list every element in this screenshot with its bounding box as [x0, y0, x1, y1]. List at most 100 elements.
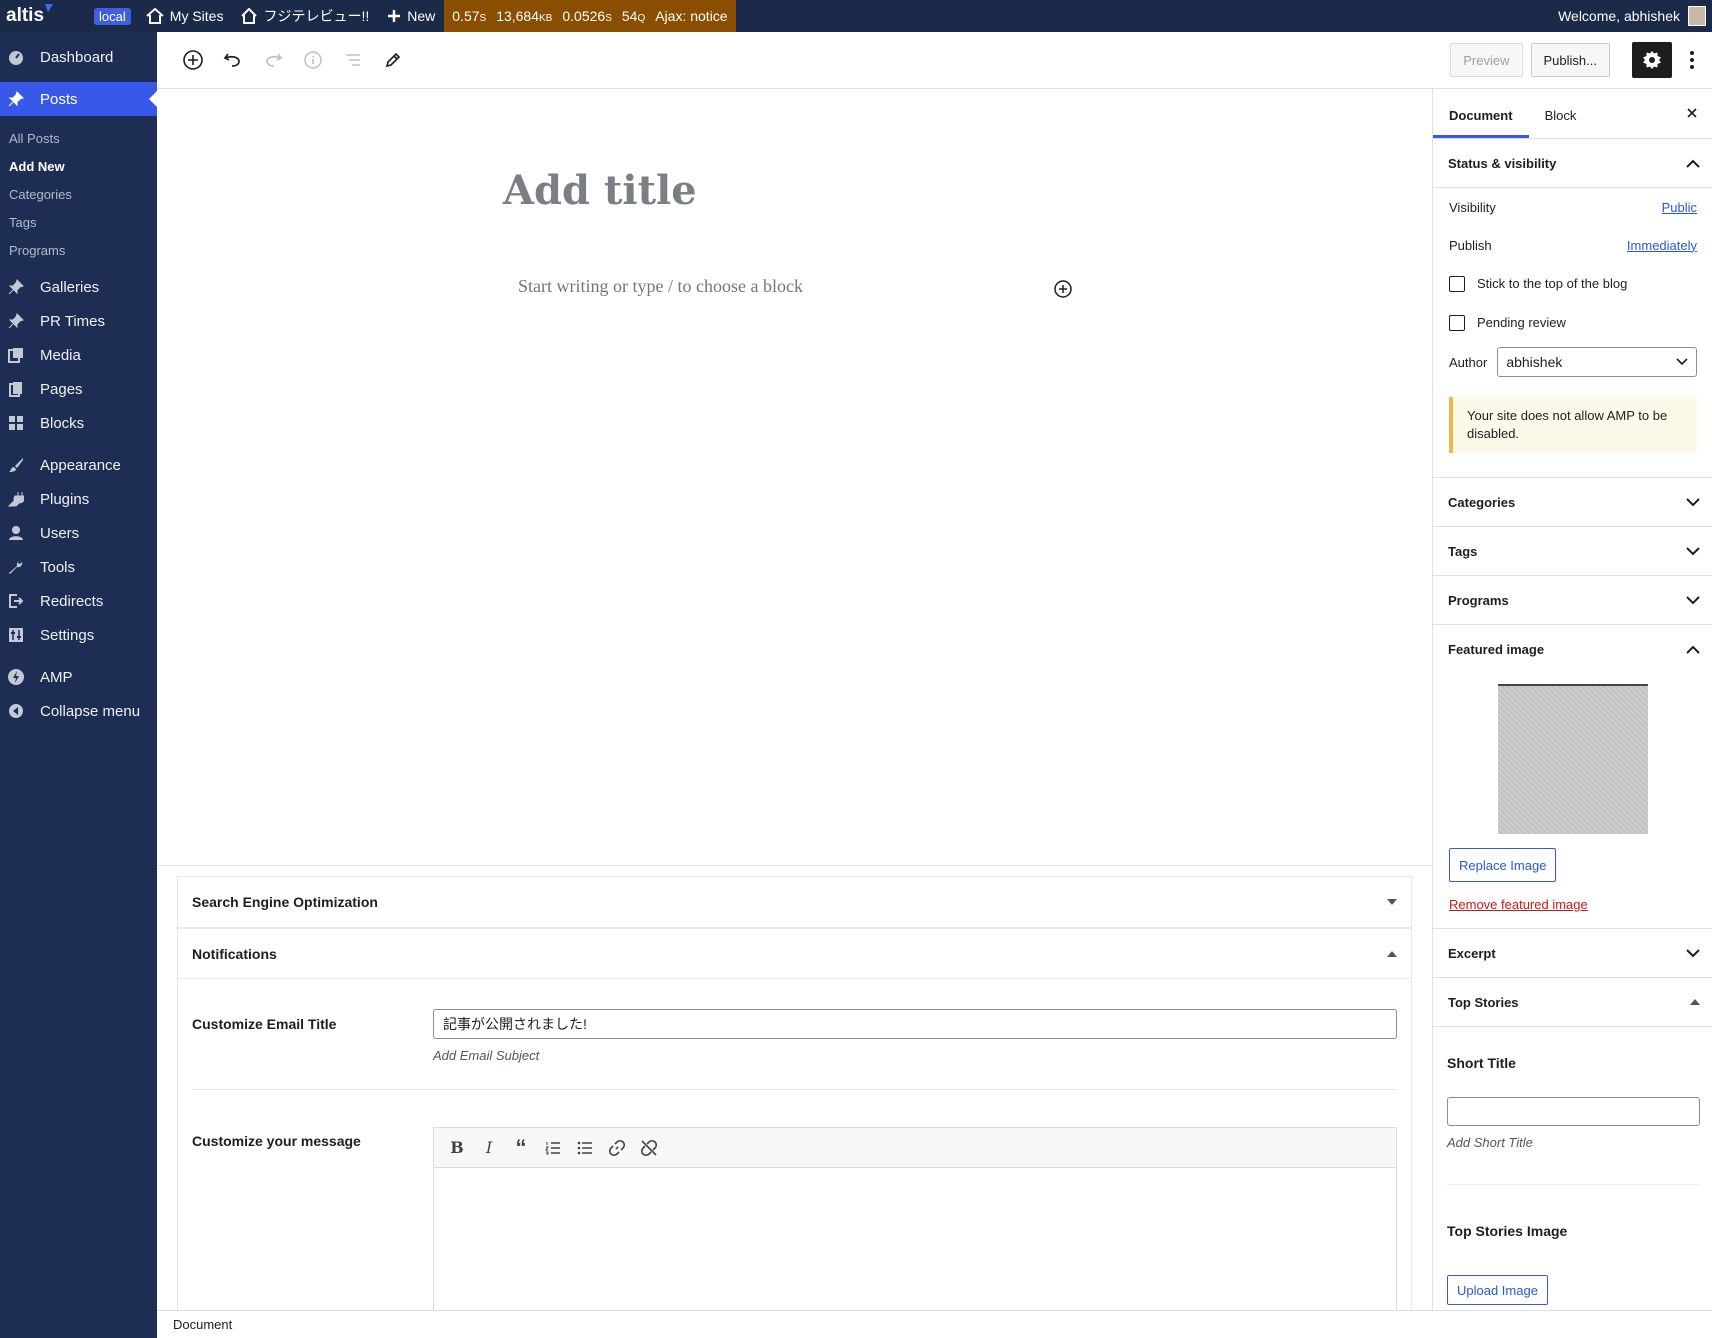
- sidebar-item-label: Dashboard: [40, 48, 114, 66]
- visibility-toggle[interactable]: Public: [1662, 200, 1697, 215]
- collapse-menu-button[interactable]: Collapse menu: [0, 694, 157, 728]
- site-name-menu[interactable]: フジテレビュー!!: [232, 0, 378, 32]
- excerpt-panel-header[interactable]: Excerpt: [1433, 929, 1712, 978]
- submenu-all-posts[interactable]: All Posts: [0, 124, 157, 152]
- settings-toggle-button[interactable]: [1632, 42, 1672, 78]
- avatar: [1688, 6, 1706, 26]
- bullet-list-icon: [577, 1141, 592, 1154]
- programs-panel-header[interactable]: Programs: [1433, 576, 1712, 625]
- upload-image-button[interactable]: Upload Image: [1447, 1275, 1548, 1305]
- more-menu-button[interactable]: [1680, 42, 1704, 78]
- replace-image-button[interactable]: Replace Image: [1449, 848, 1557, 882]
- dashboard-icon: [7, 48, 25, 66]
- block-breadcrumb: Document: [157, 1310, 1712, 1338]
- submenu-categories[interactable]: Categories: [0, 180, 157, 208]
- sidebar-item-settings[interactable]: Settings: [0, 618, 157, 652]
- qm-time: 0.57S: [452, 8, 487, 24]
- sidebar-item-media[interactable]: Media: [0, 338, 157, 372]
- seo-metabox-header[interactable]: Search Engine Optimization: [178, 877, 1411, 927]
- block-appender[interactable]: Start writing or type / to choose a bloc…: [518, 276, 803, 297]
- numbered-list-button[interactable]: [538, 1134, 568, 1162]
- author-select[interactable]: abhishek: [1497, 347, 1697, 377]
- email-title-input[interactable]: 記事が公開されました!: [433, 1009, 1397, 1039]
- bold-button[interactable]: B: [442, 1134, 472, 1162]
- redirect-icon: [7, 592, 25, 610]
- sticky-option[interactable]: Stick to the top of the blog: [1449, 264, 1697, 303]
- notifications-metabox-header[interactable]: Notifications: [178, 928, 1411, 978]
- panel-title: Status & visibility: [1448, 155, 1557, 171]
- tab-block[interactable]: Block: [1529, 89, 1593, 138]
- more-vertical-icon: [1690, 51, 1694, 69]
- sidebar-item-label: Collapse menu: [40, 702, 141, 720]
- sidebar-item-label: Redirects: [40, 592, 104, 610]
- sidebar-item-galleries[interactable]: Galleries: [0, 270, 157, 304]
- query-monitor[interactable]: 0.57S 13,684KB 0.0526S 54Q Ajax: notice: [444, 0, 736, 32]
- italic-button[interactable]: I: [474, 1134, 504, 1162]
- sidebar-item-appearance[interactable]: Appearance: [0, 448, 157, 482]
- preview-button[interactable]: Preview: [1450, 43, 1523, 77]
- status-panel-body: Visibility Public Publish Immediately St…: [1433, 188, 1712, 382]
- panel-title: Categories: [1448, 494, 1516, 510]
- close-icon[interactable]: [1684, 105, 1700, 121]
- featured-image-preview[interactable]: [1498, 684, 1648, 834]
- publish-date-toggle[interactable]: Immediately: [1627, 238, 1697, 253]
- top-stories-panel-header[interactable]: Top Stories: [1433, 978, 1712, 1027]
- link-icon: [608, 1139, 626, 1156]
- submenu-tags[interactable]: Tags: [0, 208, 157, 236]
- sidebar-item-plugins[interactable]: Plugins: [0, 482, 157, 516]
- sidebar-item-users[interactable]: Users: [0, 516, 157, 550]
- sidebar-item-pages[interactable]: Pages: [0, 372, 157, 406]
- plus-circle-icon: [183, 50, 203, 70]
- message-textarea[interactable]: [434, 1168, 1396, 1312]
- seo-metabox: Search Engine Optimization: [177, 876, 1412, 927]
- sidebar-item-posts[interactable]: Posts: [0, 82, 157, 116]
- new-content-menu[interactable]: New: [378, 0, 444, 32]
- tools-button[interactable]: [373, 40, 413, 80]
- sidebar-item-pr-times[interactable]: PR Times: [0, 304, 157, 338]
- panel-title: Top Stories: [1448, 994, 1519, 1010]
- featured-image-panel-header[interactable]: Featured image: [1433, 625, 1712, 674]
- link-button[interactable]: [602, 1134, 632, 1162]
- short-title-input[interactable]: [1447, 1097, 1700, 1126]
- sidebar-item-dashboard[interactable]: Dashboard: [0, 40, 157, 74]
- panel-title: Programs: [1448, 592, 1509, 608]
- wrench-icon: [7, 558, 25, 576]
- submenu-add-new[interactable]: Add New: [0, 152, 157, 180]
- pencil-icon: [385, 52, 401, 68]
- outline-button[interactable]: [333, 40, 373, 80]
- top-stories-panel-body: Short Title Add Short Title Top Stories …: [1433, 1027, 1712, 1305]
- pending-checkbox[interactable]: [1449, 314, 1465, 331]
- blockquote-button[interactable]: “: [506, 1134, 536, 1162]
- top-stories-image-label: Top Stories Image: [1447, 1223, 1568, 1239]
- categories-panel-header[interactable]: Categories: [1433, 478, 1712, 527]
- sidebar-item-tools[interactable]: Tools: [0, 550, 157, 584]
- tab-document[interactable]: Document: [1433, 89, 1529, 138]
- sidebar-item-redirects[interactable]: Redirects: [0, 584, 157, 618]
- qm-queries: 54Q: [621, 8, 646, 24]
- sticky-checkbox[interactable]: [1449, 275, 1465, 292]
- unlink-button[interactable]: [634, 1134, 664, 1162]
- post-title-input[interactable]: Add title: [503, 167, 697, 214]
- pin-icon: [7, 90, 25, 108]
- bullet-list-button[interactable]: [570, 1134, 600, 1162]
- tags-panel-header[interactable]: Tags: [1433, 527, 1712, 576]
- altis-logo[interactable]: altis: [0, 0, 94, 32]
- pending-option[interactable]: Pending review: [1449, 303, 1697, 342]
- submenu-programs[interactable]: Programs: [0, 236, 157, 264]
- sidebar-item-blocks[interactable]: Blocks: [0, 406, 157, 440]
- sidebar-item-label: Blocks: [40, 414, 85, 432]
- inline-inserter-icon[interactable]: [1052, 278, 1074, 300]
- sidebar-item-amp[interactable]: AMP: [0, 660, 157, 694]
- publish-button[interactable]: Publish...: [1530, 43, 1610, 77]
- remove-featured-image-link[interactable]: Remove featured image: [1449, 897, 1588, 912]
- metabox-title: Notifications: [192, 945, 277, 962]
- chevron-down-icon: [1676, 358, 1688, 366]
- block-inserter-button[interactable]: [173, 40, 213, 80]
- my-sites-menu[interactable]: My Sites: [137, 0, 233, 32]
- undo-button[interactable]: [213, 40, 253, 80]
- redo-button[interactable]: [253, 40, 293, 80]
- details-button[interactable]: [293, 40, 333, 80]
- breadcrumb-document[interactable]: Document: [173, 1317, 232, 1332]
- status-panel-header[interactable]: Status & visibility: [1433, 139, 1712, 188]
- my-account-menu[interactable]: Welcome, abhishek: [1558, 6, 1712, 26]
